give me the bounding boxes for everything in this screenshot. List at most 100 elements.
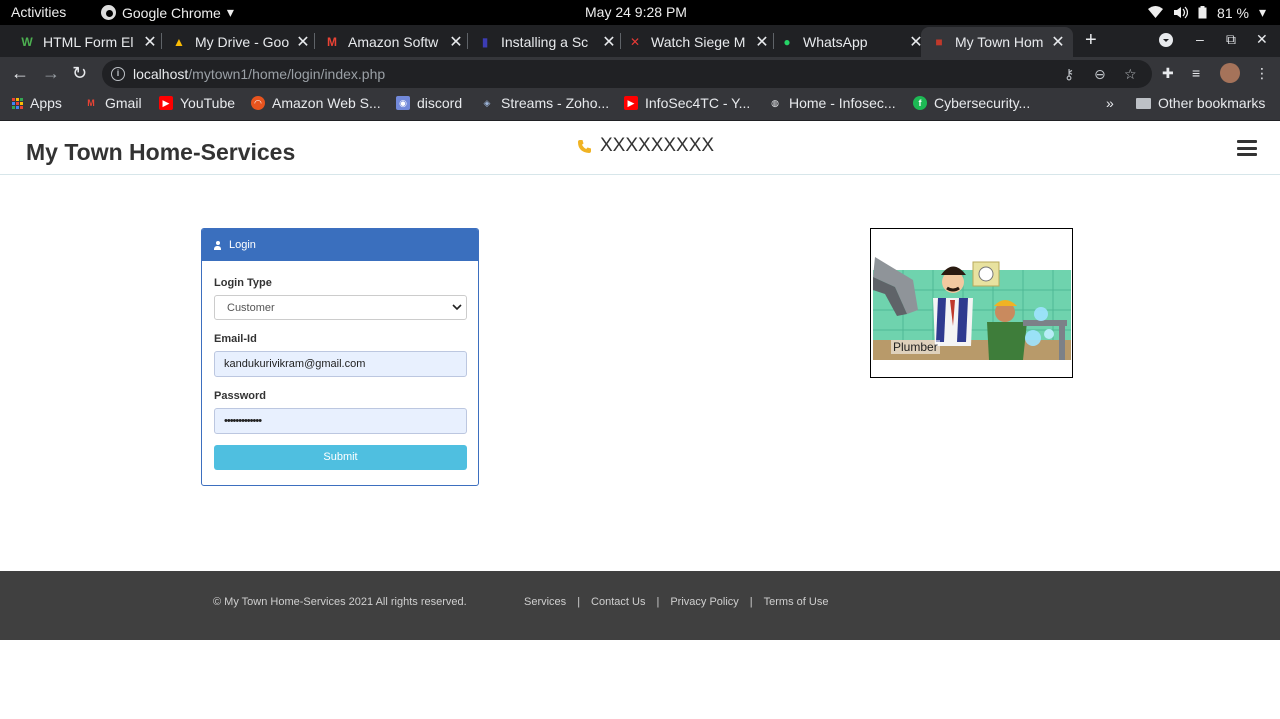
tab-separator <box>314 33 315 49</box>
footer-link-terms-of-use[interactable]: Terms of Use <box>764 596 829 608</box>
app-menu[interactable]: Google Chrome ▾ <box>101 4 234 21</box>
login-panel-title: Login <box>229 239 256 251</box>
bookmark-cybersecurity[interactable]: f Cybersecurity... <box>913 95 1030 111</box>
tab-title: WhatsApp <box>803 34 868 50</box>
battery-icon <box>1198 6 1207 19</box>
web-page: My Town Home-Services XXXXXXXXX Login Lo… <box>0 122 1280 719</box>
bookmarks-overflow-button[interactable]: » <box>1106 95 1114 111</box>
bookmark-label: Gmail <box>105 95 142 111</box>
tab-close-icon[interactable]: ✕ <box>754 32 770 52</box>
other-bookmarks-folder[interactable]: Other bookmarks <box>1136 95 1265 111</box>
tab-title: Installing a Sc <box>501 34 589 50</box>
tab-separator <box>467 33 468 49</box>
url-text: localhost/mytown1/home/login/index.php <box>133 66 385 82</box>
footer-link-services[interactable]: Services <box>524 596 566 608</box>
reload-button[interactable]: ↻ <box>72 64 87 82</box>
media-control-icon[interactable]: ≡ <box>1192 65 1200 81</box>
tab-title: My Town Hom <box>955 34 1044 50</box>
login-type-select[interactable]: Customer <box>214 295 467 320</box>
bookmark-apps[interactable]: Apps <box>12 95 62 111</box>
youtube-icon: ▶ <box>624 96 638 110</box>
footer-separator: | <box>749 596 753 608</box>
footer-link-privacy-policy[interactable]: Privacy Policy <box>670 596 738 608</box>
phone-number: XXXXXXXXX <box>600 135 715 156</box>
minimize-button[interactable]: ‒ <box>1196 31 1204 47</box>
site-header: My Town Home-Services XXXXXXXXX <box>0 122 1280 175</box>
tab-installing[interactable]: ▮ Installing a Sc ✕ <box>471 27 617 57</box>
tab-my-town-home[interactable]: ■ My Town Hom ✕ <box>921 27 1073 57</box>
tab-html-form[interactable]: W HTML Form El ✕ <box>12 27 158 57</box>
url-path: /mytown1/home/login/index.php <box>188 66 386 82</box>
tab-amazon-software[interactable]: M Amazon Softw ✕ <box>318 27 464 57</box>
bookmark-home-infosec[interactable]: ◍ Home - Infosec... <box>768 95 896 111</box>
tab-my-drive[interactable]: ▲ My Drive - Goo ✕ <box>165 27 311 57</box>
phone-icon <box>578 139 591 153</box>
folder-icon <box>1136 97 1151 109</box>
bookmark-label: discord <box>417 95 463 111</box>
password-label: Password <box>214 390 266 402</box>
footer-separator: | <box>577 596 581 608</box>
bookmark-infosec4tc[interactable]: ▶ InfoSec4TC - Y... <box>624 95 750 111</box>
site-favicon-icon: ■ <box>935 35 943 49</box>
tab-close-icon[interactable]: ✕ <box>295 32 311 52</box>
tab-title: Amazon Softw <box>348 34 439 50</box>
tab-title: HTML Form El <box>43 34 134 50</box>
chrome-menu-icon[interactable]: ⋮ <box>1255 65 1269 82</box>
email-field[interactable]: kandukurivikram@gmail.com <box>214 351 467 377</box>
tab-close-icon[interactable]: ✕ <box>1050 32 1066 52</box>
tab-favicon-icon: W <box>21 35 33 49</box>
system-top-bar: Activities Google Chrome ▾ May 24 9:28 P… <box>0 0 1280 25</box>
key-icon[interactable]: ⚷ <box>1064 66 1074 83</box>
service-caption: Plumber <box>891 340 940 354</box>
forward-button[interactable]: → <box>42 64 60 82</box>
address-bar[interactable]: i localhost/mytown1/home/login/index.php… <box>102 60 1152 88</box>
clock[interactable]: May 24 9:28 PM <box>585 4 687 20</box>
activities-button[interactable]: Activities <box>11 4 66 20</box>
extensions-icon[interactable]: ✚ <box>1162 65 1174 82</box>
bookmark-gmail[interactable]: M Gmail <box>84 95 142 111</box>
other-bookmarks-label: Other bookmarks <box>1158 95 1266 111</box>
window-close-button[interactable]: ✕ <box>1256 31 1268 48</box>
new-tab-button[interactable]: + <box>1085 30 1097 50</box>
bookmark-star-icon[interactable]: ☆ <box>1124 66 1137 83</box>
zoom-icon[interactable]: ⊖ <box>1094 66 1106 83</box>
tab-watch-siege[interactable]: ✕ Watch Siege M ✕ <box>624 27 770 57</box>
tab-close-icon[interactable]: ✕ <box>601 32 617 52</box>
submit-button[interactable]: Submit <box>214 445 467 470</box>
login-type-value: Customer <box>227 302 275 314</box>
tab-search-icon[interactable] <box>1159 33 1173 47</box>
user-icon <box>214 240 221 250</box>
bookmark-streams-zoho[interactable]: ◈ Streams - Zoho... <box>480 95 610 111</box>
bookmark-aws[interactable]: ◠ Amazon Web S... <box>251 95 381 111</box>
tab-separator <box>620 33 621 49</box>
tab-close-icon[interactable]: ✕ <box>142 32 158 52</box>
site-brand[interactable]: My Town Home-Services <box>26 139 295 166</box>
browser-toolbar: ← → ↻ i localhost/mytown1/home/login/ind… <box>0 57 1280 90</box>
aws-icon: ◠ <box>251 96 265 110</box>
bookmark-label: Home - Infosec... <box>789 95 896 111</box>
chevron-down-icon <box>452 304 462 311</box>
bookmark-label: Amazon Web S... <box>272 95 381 111</box>
password-field[interactable]: ••••••••••••• <box>214 408 467 434</box>
status-menu[interactable]: 81 % ▾ <box>1148 4 1266 21</box>
drive-icon: ▲ <box>173 35 185 49</box>
sword-icon: ✕ <box>629 35 641 49</box>
bookmark-youtube[interactable]: ▶ YouTube <box>159 95 235 111</box>
service-card-plumber[interactable]: Plumber <box>870 228 1073 378</box>
phone-contact: XXXXXXXXX <box>577 135 714 157</box>
footer-links: Services | Contact Us | Privacy Policy |… <box>524 596 828 608</box>
hamburger-menu-icon[interactable] <box>1237 140 1257 156</box>
restore-button[interactable]: ⧉ <box>1226 31 1236 48</box>
bookmark-discord[interactable]: ◉ discord <box>396 95 462 111</box>
site-info-icon[interactable]: i <box>111 67 125 81</box>
profile-avatar[interactable] <box>1220 63 1240 83</box>
bookmarks-bar: Apps M Gmail ▶ YouTube ◠ Amazon Web S...… <box>0 90 1280 121</box>
back-button[interactable]: ← <box>11 64 29 82</box>
chrome-icon <box>101 5 116 20</box>
bookmark-label: Apps <box>30 95 62 111</box>
tab-close-icon[interactable]: ✕ <box>448 32 464 52</box>
bookmark-label: Streams - Zoho... <box>501 95 610 111</box>
footer-separator: | <box>656 596 660 608</box>
footer-link-contact-us[interactable]: Contact Us <box>591 596 645 608</box>
tab-whatsapp[interactable]: ● WhatsApp ✕ <box>778 27 924 57</box>
